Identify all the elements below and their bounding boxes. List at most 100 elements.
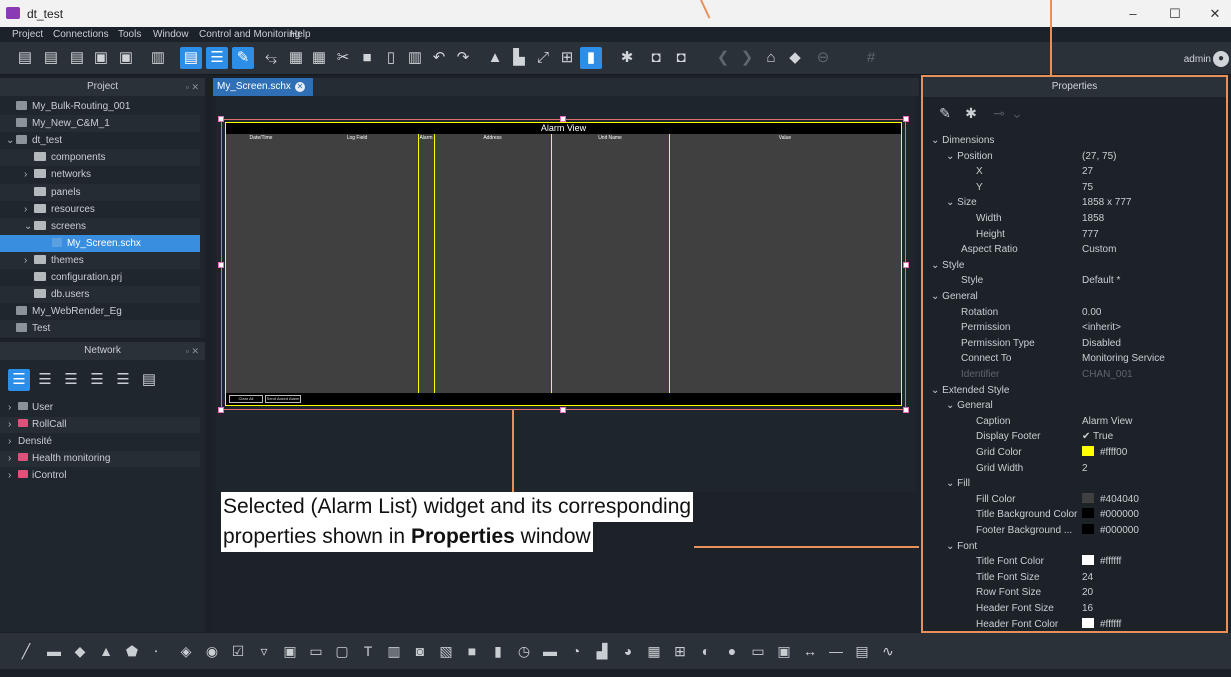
new-project-icon[interactable]: ▤	[14, 47, 36, 69]
property-value[interactable]: 777	[1082, 229, 1099, 240]
property-row[interactable]: ⌄ Font	[923, 539, 1226, 555]
spacer-icon[interactable]: ↔	[800, 641, 820, 661]
resize-icon[interactable]: ⤢	[532, 47, 554, 69]
maximize-button[interactable]: ☐	[1160, 4, 1190, 24]
dial-icon[interactable]: ◐	[696, 641, 716, 661]
chevron-right-icon[interactable]: ›	[8, 417, 18, 433]
property-value[interactable]: #ffff00	[1100, 447, 1127, 458]
polygon-tool-icon[interactable]: ⬟	[122, 641, 142, 661]
link-properties-icon[interactable]: ⊸	[989, 103, 1009, 123]
copy-icon[interactable]: ■	[356, 47, 378, 69]
save-icon[interactable]: ▣	[90, 47, 112, 69]
network-monitor-icon[interactable]: ▤	[138, 369, 160, 391]
zoom-out-icon[interactable]: ⊖	[812, 47, 834, 69]
property-row[interactable]: ⌄ Dimensions	[923, 133, 1226, 149]
property-row[interactable]: ⌄ Style	[923, 258, 1226, 274]
property-value[interactable]: Disabled	[1082, 338, 1121, 349]
grid-widget-icon[interactable]: ⊞	[670, 641, 690, 661]
button-widget-icon[interactable]: ▣	[280, 641, 300, 661]
property-row[interactable]: Connect To Monitoring Service	[923, 351, 1226, 367]
property-value[interactable]: CHAN_001	[1082, 369, 1133, 380]
property-value[interactable]: #000000	[1100, 525, 1139, 536]
property-row[interactable]: Footer Background ... #000000	[923, 523, 1226, 539]
property-row[interactable]: Width 1858	[923, 211, 1226, 227]
menu-control-monitoring[interactable]: Control and Monitoring	[199, 29, 300, 40]
path-tool-icon[interactable]: ⸱	[146, 641, 166, 661]
resize-handle[interactable]	[218, 407, 224, 413]
snap-grid-icon[interactable]: #	[860, 47, 882, 69]
chevron-down-icon[interactable]: ⌄	[931, 291, 942, 302]
menu-window[interactable]: Window	[153, 29, 189, 40]
user-name[interactable]: admin	[1184, 54, 1211, 65]
property-row[interactable]: Y 75	[923, 180, 1226, 196]
property-value[interactable]: #ffffff	[1100, 619, 1121, 630]
dropdown-icon[interactable]: ▿	[254, 641, 274, 661]
diamond-tool-icon[interactable]: ◆	[70, 641, 90, 661]
chevron-right-icon[interactable]: ›	[24, 252, 34, 269]
property-row[interactable]: Display Footer ✔ True	[923, 429, 1226, 445]
back-icon[interactable]: ❮	[712, 47, 734, 69]
property-row[interactable]: Row Font Size 20	[923, 585, 1226, 601]
property-value[interactable]: 1858 x 777	[1082, 197, 1132, 208]
property-value[interactable]: 2	[1082, 463, 1088, 474]
property-row[interactable]: Fill Color #404040	[923, 492, 1226, 508]
project-tree-item[interactable]: My_New_C&M_1	[0, 115, 200, 133]
pie-chart-icon[interactable]: ◕	[618, 641, 638, 661]
grid-small-icon[interactable]: ▦	[285, 47, 307, 69]
edit-icon[interactable]: ✎	[232, 47, 254, 69]
chevron-down-icon[interactable]: ⌄	[931, 385, 942, 396]
network-list-icon[interactable]: ☰	[60, 369, 82, 391]
project-tree-item[interactable]: › networks	[0, 166, 200, 183]
monitor-icon[interactable]: ◘	[645, 47, 667, 69]
resize-handle[interactable]	[218, 262, 224, 268]
menu-help[interactable]: Help	[290, 29, 311, 40]
chevron-right-icon[interactable]: ›	[8, 434, 18, 450]
component-icon[interactable]: ▣	[774, 641, 794, 661]
layer-icon[interactable]: ▙	[508, 47, 530, 69]
chevron-down-icon[interactable]: ⌄	[946, 478, 957, 489]
property-value[interactable]: 1858	[1082, 213, 1104, 224]
chevron-right-icon[interactable]: ›	[8, 400, 18, 416]
cut-icon[interactable]: ✂	[332, 47, 354, 69]
property-row[interactable]: Aspect Ratio Custom	[923, 242, 1226, 258]
textfield-icon[interactable]: ▭	[306, 641, 326, 661]
frame-icon[interactable]: ▢	[332, 641, 352, 661]
add-file-icon[interactable]: ▤	[66, 47, 88, 69]
resize-handle[interactable]	[218, 116, 224, 122]
property-row[interactable]: Header Font Color #ffffff	[923, 617, 1226, 633]
resize-handle[interactable]	[560, 407, 566, 413]
property-row[interactable]: Grid Width 2	[923, 461, 1226, 477]
chart-icon[interactable]: ▟	[592, 641, 612, 661]
dot-icon[interactable]: ●	[722, 641, 742, 661]
network-view-icon[interactable]: ☰	[8, 369, 30, 391]
network-tree-item[interactable]: › Health monitoring	[0, 451, 200, 467]
resize-handle[interactable]	[903, 407, 909, 413]
chevron-down-icon[interactable]: ⌄	[946, 400, 957, 411]
open-project-icon[interactable]: ▤	[40, 47, 62, 69]
property-row[interactable]: Permission <inherit>	[923, 320, 1226, 336]
property-value[interactable]: #ffffff	[1100, 556, 1121, 567]
property-value[interactable]: ✔ True	[1082, 431, 1113, 442]
project-tree-item[interactable]: › themes	[0, 251, 200, 269]
table-icon[interactable]: ⊞	[556, 47, 578, 69]
property-row[interactable]: Rotation 0.00	[923, 305, 1226, 321]
property-row[interactable]: Caption Alarm View	[923, 414, 1226, 430]
property-row[interactable]: ⌄ General	[923, 289, 1226, 305]
property-value[interactable]: Custom	[1082, 244, 1116, 255]
advanced-settings-icon[interactable]: ✱	[961, 103, 981, 123]
browser-icon[interactable]: ▦	[644, 641, 664, 661]
network-tree-item[interactable]: › Densité	[0, 434, 200, 450]
grid-icon[interactable]: ▦	[308, 47, 330, 69]
paste-icon[interactable]: ▯	[380, 47, 402, 69]
menu-connections[interactable]: Connections	[53, 29, 109, 40]
property-row[interactable]: Title Font Size 24	[923, 570, 1226, 586]
minimize-button[interactable]: –	[1118, 4, 1148, 24]
undo-icon[interactable]: ↶	[428, 47, 450, 69]
color-swatch[interactable]	[1082, 446, 1094, 456]
user-avatar-icon[interactable]: ●	[1213, 51, 1229, 67]
alarm-list-icon[interactable]: ▤	[852, 641, 872, 661]
resize-handle[interactable]	[903, 262, 909, 268]
project-tree-item[interactable]: My_WebRender_Eg	[0, 303, 200, 320]
line-tool-icon[interactable]: ╱	[16, 641, 36, 661]
clock-icon[interactable]: ◷	[514, 641, 534, 661]
